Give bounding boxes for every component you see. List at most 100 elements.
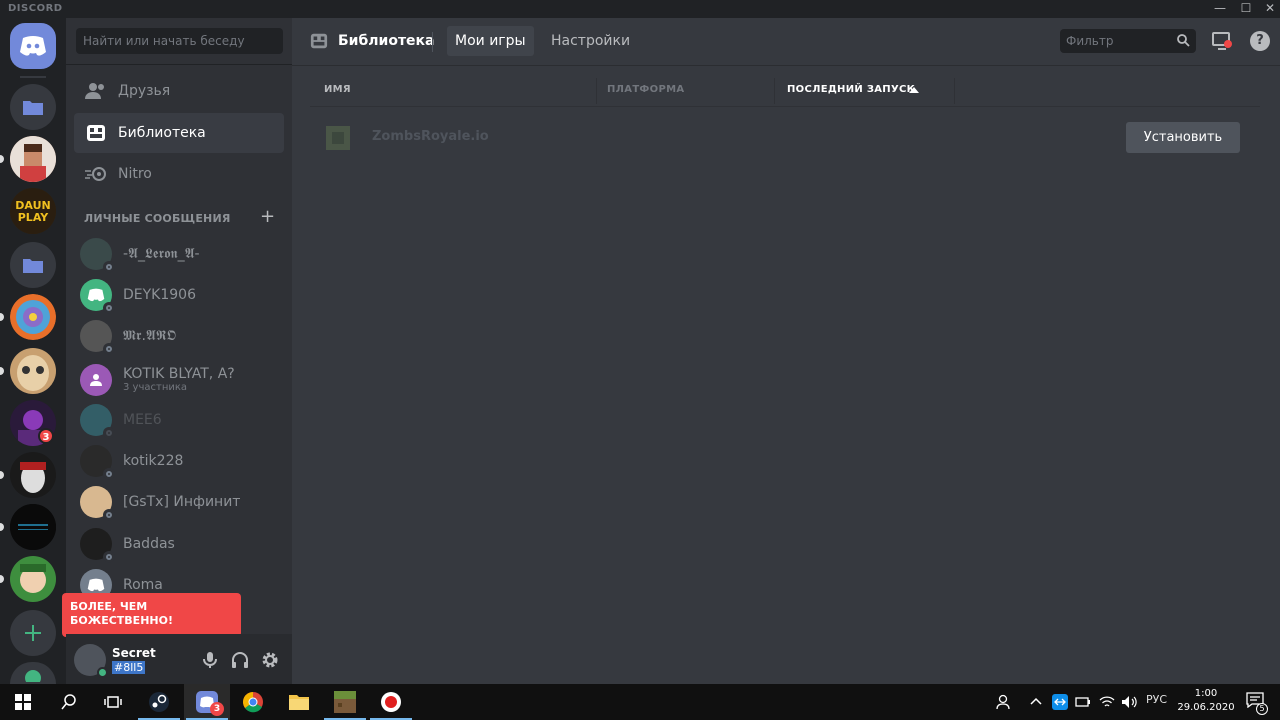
server-avatar-image: [10, 452, 56, 498]
dm-item[interactable]: Baddas: [74, 524, 284, 564]
unread-pip: [0, 367, 4, 375]
maximize-button[interactable]: ☐: [1234, 0, 1258, 18]
server-avatar-2[interactable]: DAUN PLAY: [10, 188, 56, 234]
column-header-last-launch[interactable]: ПОСЛЕДНИЙ ЗАПУСК: [787, 84, 915, 95]
compass-icon: [25, 670, 41, 682]
filter-input[interactable]: Фильтр: [1060, 29, 1196, 53]
headphones-button[interactable]: [230, 650, 252, 670]
close-button[interactable]: ✕: [1258, 0, 1280, 18]
taskbar-minecraft[interactable]: [322, 684, 368, 720]
app-name: DISCORD: [8, 3, 63, 14]
add-server-button[interactable]: [10, 610, 56, 656]
windows-logo-icon: [15, 694, 31, 710]
install-button[interactable]: Установить: [1126, 122, 1240, 153]
nav-friends[interactable]: Друзья: [74, 71, 284, 111]
server-folder-1[interactable]: [10, 84, 56, 130]
chrome-icon: [243, 692, 263, 713]
taskbar-file-explorer[interactable]: [276, 684, 322, 720]
dm-item[interactable]: [GsTx] Инфинит: [74, 482, 284, 522]
help-button[interactable]: ?: [1250, 31, 1270, 51]
clock[interactable]: 1:00 29.06.2020: [1176, 687, 1236, 715]
server-avatar-image: DAUNPLAY: [10, 188, 56, 234]
dm-item[interactable]: kotik228: [74, 441, 284, 481]
user-discriminator: #8ll5: [112, 661, 146, 674]
action-center-button[interactable]: 5: [1246, 692, 1268, 715]
speaker-icon[interactable]: [1120, 694, 1138, 710]
username: Secret: [112, 646, 156, 660]
microphone-icon: [203, 652, 217, 668]
search-icon: [1177, 34, 1190, 47]
taskbar-chrome[interactable]: [230, 684, 276, 720]
headphones-icon: [232, 652, 248, 668]
unread-pip: [0, 313, 4, 321]
server-avatar-6[interactable]: [10, 452, 56, 498]
create-dm-button[interactable]: +: [260, 208, 275, 226]
taskbar-discord[interactable]: 3: [184, 684, 230, 720]
status-offline-icon: [103, 468, 115, 480]
screen-share-icon: [1212, 32, 1232, 50]
discord-logo-icon: [20, 36, 46, 56]
tab-my-games[interactable]: Мои игры: [447, 26, 534, 56]
teamviewer-icon[interactable]: [1052, 694, 1068, 710]
avatar: [80, 404, 115, 439]
server-avatar-image: [10, 294, 56, 340]
dm-item[interactable]: MEE6: [74, 400, 284, 440]
input-language[interactable]: РУС: [1146, 693, 1167, 706]
server-avatar-1[interactable]: [10, 136, 56, 182]
tab-settings[interactable]: Настройки: [543, 26, 638, 56]
avatar: [80, 279, 115, 314]
sort-ascending-icon: [909, 87, 919, 93]
game-icon: [326, 126, 350, 150]
dm-item[interactable]: DEYK1906: [74, 275, 284, 315]
wifi-icon[interactable]: [1098, 694, 1116, 710]
dm-name: Roma: [123, 577, 163, 593]
home-button[interactable]: [10, 23, 56, 69]
chevron-up-icon[interactable]: [1030, 697, 1042, 705]
dm-group-item[interactable]: KOTIK BLYAT, A? 3 участника: [74, 360, 284, 400]
game-row[interactable]: ZombsRoyale.io: [310, 116, 1260, 158]
library-icon: [310, 33, 328, 49]
friends-icon: [85, 83, 104, 99]
folder-icon: [23, 259, 43, 273]
server-avatar-4[interactable]: [10, 348, 56, 394]
taskbar-search-button[interactable]: [46, 684, 92, 720]
taskbar-recorder[interactable]: [368, 684, 414, 720]
nav-nitro[interactable]: Nitro: [74, 154, 284, 194]
help-icon: ?: [1256, 33, 1264, 48]
column-header-platform[interactable]: ПЛАТФОРМА: [607, 84, 684, 95]
microphone-button[interactable]: [200, 650, 222, 670]
battery-icon[interactable]: [1075, 695, 1091, 709]
filter-placeholder: Фильтр: [1066, 34, 1114, 48]
avatar: [80, 486, 115, 521]
folder-icon: [23, 101, 43, 115]
find-conversation-input[interactable]: Найти или начать беседу: [76, 28, 283, 54]
notification-badge: 3: [210, 702, 224, 716]
server-list: DAUN PLAY 3: [0, 18, 66, 684]
start-button[interactable]: [0, 684, 46, 720]
dm-item[interactable]: -𝕬_𝕷𝖊𝖗𝖔𝖓_𝕬-: [74, 234, 284, 274]
server-avatar-7[interactable]: [10, 504, 56, 550]
minimize-button[interactable]: —: [1208, 0, 1232, 18]
user-avatar[interactable]: [74, 644, 108, 678]
dm-item[interactable]: 𝕸𝖗.𝕬𝕽𝕺: [74, 316, 284, 356]
notification-count-badge: 5: [1256, 703, 1268, 715]
task-view-icon: [104, 696, 122, 708]
server-avatar-image: [10, 136, 56, 182]
task-view-button[interactable]: [90, 684, 136, 720]
user-panel: Secret #8ll5: [66, 634, 292, 684]
people-icon[interactable]: [996, 694, 1014, 710]
server-avatar-3[interactable]: [10, 294, 56, 340]
screen-share-button[interactable]: [1212, 32, 1234, 52]
unread-pip: [0, 575, 4, 583]
dm-name: DEYK1906: [123, 287, 196, 303]
dm-name: kotik228: [123, 453, 184, 469]
explore-servers-button[interactable]: [10, 662, 56, 684]
user-settings-button[interactable]: [260, 650, 282, 670]
taskbar-steam[interactable]: [136, 684, 182, 720]
column-header-name[interactable]: ИМЯ: [324, 84, 351, 95]
dm-name: [GsTx] Инфинит: [123, 494, 241, 510]
nav-library[interactable]: Библиотека: [74, 113, 284, 153]
server-folder-2[interactable]: [10, 242, 56, 288]
server-avatar-8[interactable]: [10, 556, 56, 602]
dm-sidebar: Найти или начать беседу Друзья Библиотек…: [66, 18, 292, 684]
